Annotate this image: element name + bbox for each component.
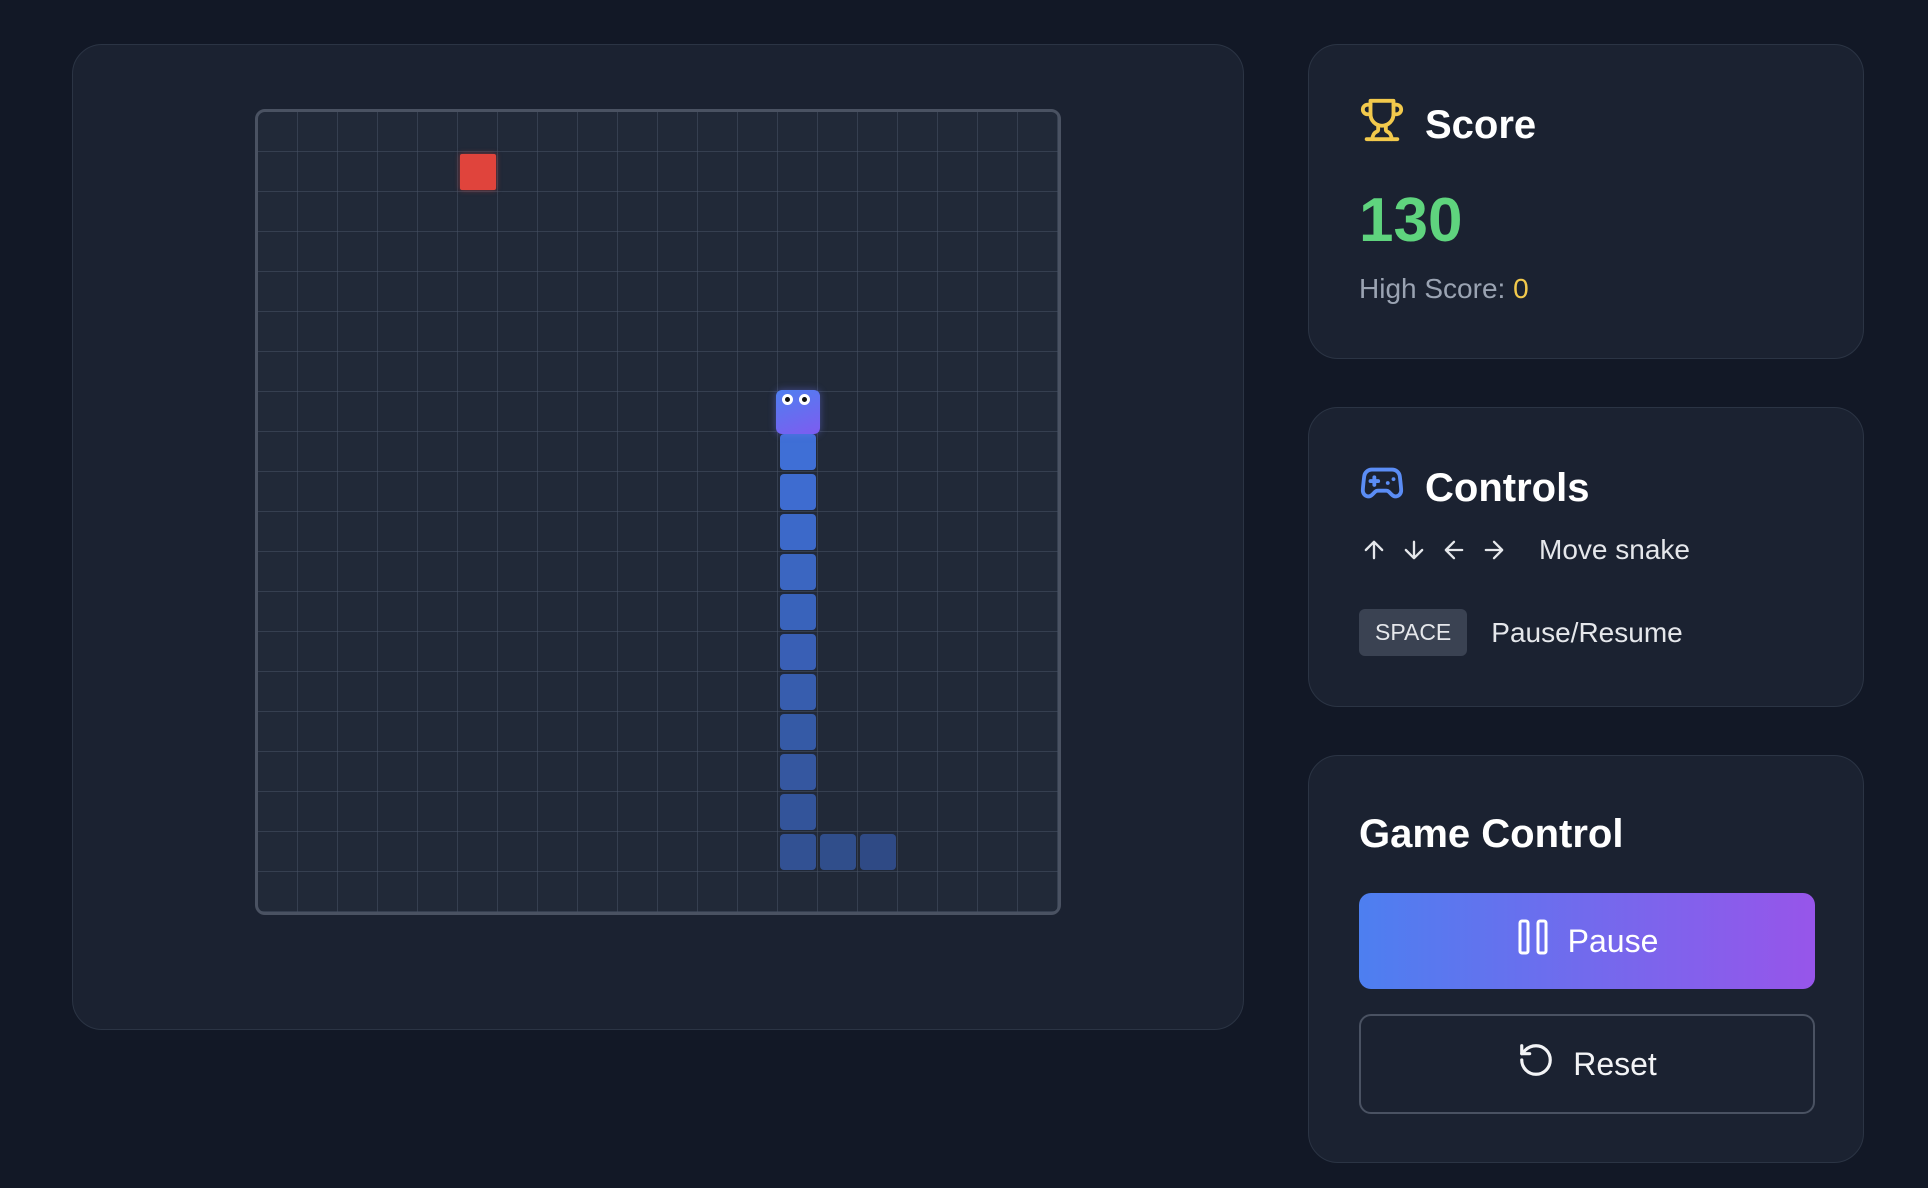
snake-segment	[780, 754, 816, 790]
move-snake-label: Move snake	[1539, 534, 1690, 565]
snake-segment	[780, 834, 816, 870]
pause-resume-label: Pause/Resume	[1491, 616, 1683, 648]
high-score: High Score: 0	[1359, 273, 1529, 305]
pause-button[interactable]: Pause	[1359, 893, 1815, 989]
controls-title: Controls	[1359, 460, 1589, 516]
game-panel	[72, 44, 1244, 1030]
controls-title-label: Controls	[1425, 465, 1590, 510]
food-apple	[460, 154, 496, 190]
game-control-panel: Game Control Pause Reset	[1308, 755, 1864, 1163]
score-value: 130	[1359, 186, 1463, 255]
controls-panel: Controls Move snake SPACE Pause/Resume	[1308, 407, 1864, 707]
gamepad-icon	[1359, 460, 1405, 516]
snake-segment	[780, 594, 816, 630]
game-board[interactable]	[255, 109, 1061, 915]
snake-segment	[780, 474, 816, 510]
snake-segment	[780, 634, 816, 670]
high-score-value: 0	[1513, 273, 1529, 304]
high-score-label: High Score:	[1359, 273, 1506, 304]
snake-segment	[860, 834, 896, 870]
pause-button-label: Pause	[1567, 922, 1659, 959]
score-title: Score	[1359, 97, 1536, 153]
trophy-icon	[1359, 97, 1405, 153]
score-title-label: Score	[1425, 102, 1537, 147]
snake-segment	[780, 514, 816, 550]
snake-head	[776, 390, 820, 434]
snake-eye-left	[782, 394, 793, 405]
snake-segment	[780, 714, 816, 750]
snake-segment	[780, 434, 816, 470]
arrow-left-icon	[1439, 535, 1469, 565]
arrow-right-icon	[1479, 535, 1509, 565]
arrow-up-icon	[1359, 535, 1389, 565]
snake-segment	[820, 834, 856, 870]
snake-segment	[780, 554, 816, 590]
reset-button[interactable]: Reset	[1359, 1014, 1815, 1114]
arrow-down-icon	[1399, 535, 1429, 565]
game-control-title: Game Control	[1359, 812, 1624, 856]
snake-eye-right	[799, 394, 810, 405]
snake-segment	[780, 794, 816, 830]
arrow-keys	[1359, 535, 1509, 565]
score-panel: Score 130 High Score: 0	[1308, 44, 1864, 359]
snake-segment	[780, 674, 816, 710]
reset-icon	[1517, 1041, 1555, 1087]
space-key-badge: SPACE	[1359, 609, 1468, 656]
pause-control-row: SPACE Pause/Resume	[1359, 609, 1683, 656]
reset-button-label: Reset	[1573, 1045, 1657, 1082]
pause-icon	[1516, 917, 1550, 965]
move-control-row: Move snake	[1359, 534, 1690, 566]
